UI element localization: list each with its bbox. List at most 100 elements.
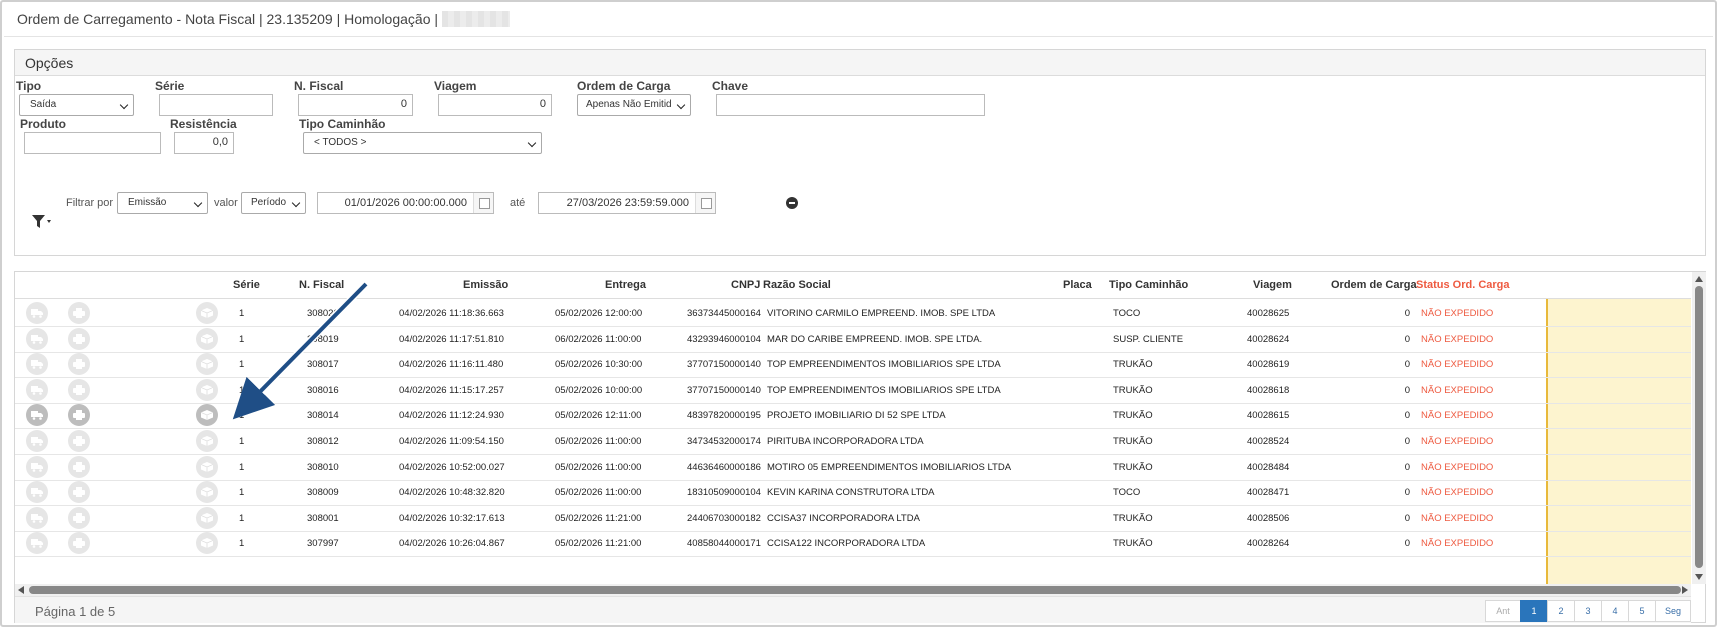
- cell-emissao: 04/02/2026 10:26:04.867: [399, 538, 505, 550]
- printer-icon[interactable]: [68, 378, 90, 401]
- table-row[interactable]: 1 307997 04/02/2026 10:26:04.867 05/02/2026…: [15, 529, 1691, 558]
- scroll-thumb[interactable]: [1695, 286, 1703, 568]
- box-icon[interactable]: [196, 404, 218, 427]
- truck-icon[interactable]: [26, 481, 48, 504]
- truck-icon[interactable]: [26, 404, 48, 427]
- horizontal-scrollbar[interactable]: [15, 584, 1691, 596]
- valor-select[interactable]: Período: [241, 192, 306, 214]
- cell-status: NÃO EXPEDIDO: [1421, 333, 1494, 345]
- scroll-thumb[interactable]: [29, 586, 1681, 594]
- box-icon[interactable]: [196, 353, 218, 376]
- box-icon[interactable]: [196, 455, 218, 478]
- truck-icon[interactable]: [26, 353, 48, 376]
- col-placa[interactable]: Placa: [1063, 279, 1092, 291]
- col-serie[interactable]: Série: [233, 279, 260, 291]
- nfiscal-label: N. Fiscal: [294, 79, 344, 93]
- pager-page-2[interactable]: 2: [1547, 600, 1575, 622]
- pager-page-4[interactable]: 4: [1601, 600, 1629, 622]
- filtrar-por-select[interactable]: Emissão: [117, 192, 208, 214]
- pager-prev[interactable]: Ant: [1485, 600, 1521, 622]
- cell-cnpj: 43293946000104: [687, 333, 761, 345]
- vertical-scrollbar[interactable]: [1692, 272, 1706, 584]
- col-ordem-carga[interactable]: Ordem de Carga: [1331, 279, 1417, 291]
- table-row[interactable]: 1 308014 04/02/2026 11:12:24.930 05/02/2026…: [15, 401, 1691, 430]
- printer-icon[interactable]: [68, 327, 90, 350]
- truck-icon[interactable]: [26, 378, 48, 401]
- nfiscal-input[interactable]: 0: [298, 94, 413, 116]
- cell-nfiscal: 308001: [307, 512, 339, 524]
- col-tipo-caminhao[interactable]: Tipo Caminhão: [1109, 279, 1188, 291]
- cell-status: NÃO EXPEDIDO: [1421, 384, 1494, 396]
- printer-icon[interactable]: [68, 481, 90, 504]
- scroll-up-icon[interactable]: [1695, 276, 1703, 282]
- printer-icon[interactable]: [68, 302, 90, 324]
- date-from-input[interactable]: 01/01/2026 00:00:00.000: [317, 192, 494, 214]
- produto-input[interactable]: [24, 132, 161, 154]
- chave-label: Chave: [712, 79, 749, 93]
- pager-page-1[interactable]: 1: [1520, 600, 1548, 622]
- col-status[interactable]: Status Ord. Carga: [1416, 279, 1510, 291]
- pager-page-5[interactable]: 5: [1628, 600, 1656, 622]
- tipo-caminhao-select[interactable]: < TODOS >: [303, 132, 542, 154]
- printer-icon[interactable]: [68, 532, 90, 555]
- date-to-input[interactable]: 27/03/2026 23:59:59.000: [538, 192, 716, 214]
- filter-icon[interactable]: [32, 214, 54, 230]
- printer-icon[interactable]: [68, 404, 90, 427]
- scroll-left-icon[interactable]: [18, 586, 24, 594]
- tipo-select[interactable]: Saída: [19, 94, 134, 116]
- ordem-select[interactable]: Apenas Não Emitid: [577, 94, 691, 116]
- col-cnpj[interactable]: CNPJ: [731, 279, 760, 291]
- box-icon[interactable]: [196, 378, 218, 401]
- scroll-right-icon[interactable]: [1682, 586, 1688, 594]
- window-title-text: Ordem de Carregamento - Nota Fiscal | 23…: [17, 11, 439, 27]
- box-icon[interactable]: [196, 430, 218, 452]
- pager-next[interactable]: Seg: [1655, 600, 1691, 622]
- table-row[interactable]: 1 308016 04/02/2026 11:15:17.257 05/02/2026…: [15, 376, 1691, 404]
- minus-circle-icon[interactable]: [786, 197, 798, 209]
- truck-icon[interactable]: [26, 327, 48, 350]
- truck-icon[interactable]: [26, 430, 48, 452]
- col-nfiscal[interactable]: N. Fiscal: [299, 279, 344, 291]
- table-row[interactable]: 1 308012 04/02/2026 11:09:54.150 05/02/2026…: [15, 427, 1691, 455]
- cell-serie: 1: [239, 461, 245, 473]
- options-header: Opções: [15, 50, 1705, 76]
- calendar-icon[interactable]: [695, 193, 715, 213]
- box-icon[interactable]: [196, 481, 218, 504]
- cell-tipo-caminhao: TRUKÃO: [1113, 436, 1153, 447]
- printer-icon[interactable]: [68, 506, 90, 529]
- truck-icon[interactable]: [26, 302, 48, 324]
- cell-cnpj: 37707150000140: [687, 359, 761, 371]
- chave-input[interactable]: [716, 94, 985, 116]
- box-icon[interactable]: [196, 506, 218, 529]
- pager: Ant 1 2 3 4 5 Seg: [1485, 600, 1691, 622]
- printer-icon[interactable]: [68, 455, 90, 478]
- serie-input[interactable]: [159, 94, 273, 116]
- scroll-down-icon[interactable]: [1695, 574, 1703, 580]
- table-row[interactable]: 1 308009 04/02/2026 10:48:32.820 05/02/2026…: [15, 478, 1691, 507]
- table-row[interactable]: 1 308010 04/02/2026 10:52:00.027 05/02/2026…: [15, 453, 1691, 481]
- box-icon[interactable]: [196, 302, 218, 324]
- col-emissao[interactable]: Emissão: [463, 279, 508, 291]
- box-icon[interactable]: [196, 327, 218, 350]
- truck-icon[interactable]: [26, 506, 48, 529]
- truck-icon[interactable]: [26, 532, 48, 555]
- serie-label: Série: [155, 79, 185, 93]
- cell-razao-social: PROJETO IMOBILIARIO DI 52 SPE LTDA: [767, 410, 946, 422]
- calendar-icon[interactable]: [473, 193, 493, 213]
- table-row[interactable]: 1 308001 04/02/2026 10:32:17.613 05/02/2026…: [15, 504, 1691, 532]
- col-entrega[interactable]: Entrega: [605, 279, 646, 291]
- viagem-input[interactable]: 0: [438, 94, 552, 116]
- table-row[interactable]: 1 308019 04/02/2026 11:17:51.810 06/02/2026…: [15, 325, 1691, 353]
- table-row[interactable]: 1 308017 04/02/2026 11:16:11.480 05/02/2026…: [15, 350, 1691, 379]
- truck-icon[interactable]: [26, 455, 48, 478]
- table-row[interactable]: 1 308020 04/02/2026 11:18:36.663 05/02/2026…: [15, 299, 1691, 327]
- pager-page-3[interactable]: 3: [1574, 600, 1602, 622]
- col-viagem[interactable]: Viagem: [1253, 279, 1292, 291]
- cell-serie: 1: [239, 512, 245, 524]
- cell-emissao: 04/02/2026 10:32:17.613: [399, 512, 505, 524]
- resistencia-input[interactable]: 0,0: [174, 132, 234, 154]
- printer-icon[interactable]: [68, 430, 90, 452]
- printer-icon[interactable]: [68, 353, 90, 376]
- box-icon[interactable]: [196, 532, 218, 555]
- col-razao-social[interactable]: Razão Social: [763, 279, 831, 291]
